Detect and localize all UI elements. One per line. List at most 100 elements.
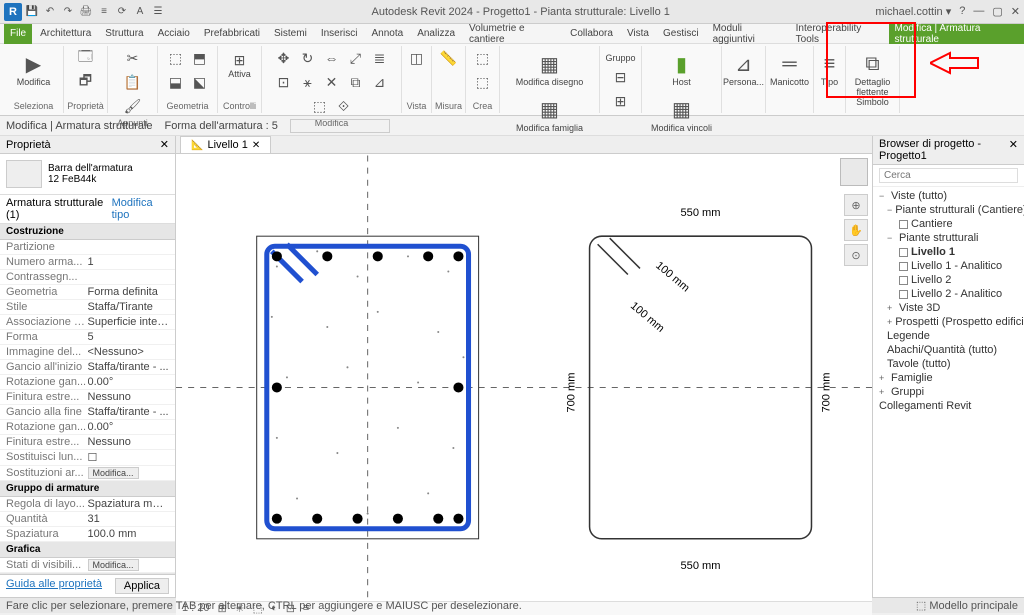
red-arrow-icon: [930, 50, 980, 76]
prop-row[interactable]: Contrassegn...: [0, 270, 175, 285]
tab[interactable]: Gestisci: [657, 24, 705, 44]
qat-save-icon[interactable]: 💾: [24, 4, 40, 20]
prop-row[interactable]: Quantità31: [0, 512, 175, 527]
tab[interactable]: Acciaio: [152, 24, 196, 44]
tree-item[interactable]: Livello 2: [877, 273, 1020, 287]
context-label: Modifica | Armatura strutturale: [6, 120, 153, 132]
dettaglio-button[interactable]: ⧉Dettaglio flettente Simbolo: [850, 48, 895, 110]
tree-item[interactable]: Livello 1: [877, 245, 1020, 259]
properties-panel: Proprietà✕ Barra dell'armatura 12 FeB44k…: [0, 136, 176, 597]
nav-wheel[interactable]: ⊕✋⊙: [844, 194, 868, 266]
prop-row[interactable]: Gancio all'inizioStaffa/tirante - ...: [0, 360, 175, 375]
tree-item[interactable]: Livello 1 - Analitico: [877, 259, 1020, 273]
tab[interactable]: Analizza: [411, 24, 461, 44]
view-tab[interactable]: 📐 Livello 1 ✕: [180, 136, 271, 153]
prop-row[interactable]: Spaziatura100.0 mm: [0, 527, 175, 542]
modifica-button[interactable]: ▶Modifica: [10, 48, 58, 90]
tab[interactable]: Interoperability Tools: [790, 24, 887, 44]
apply-button[interactable]: Applica: [115, 578, 169, 594]
prop-row[interactable]: Stati di visibili...Modifica...: [0, 558, 175, 573]
tree-item[interactable]: Legende: [877, 329, 1020, 343]
tree-item[interactable]: Collegamenti Revit: [877, 399, 1020, 413]
type-selector[interactable]: Armatura strutturale (1): [6, 197, 112, 221]
tab[interactable]: Volumetrie e cantiere: [463, 24, 562, 44]
edit-type-button[interactable]: Modifica tipo: [112, 197, 169, 221]
help-icon[interactable]: ?: [959, 5, 965, 18]
tree-item[interactable]: Livello 2 - Analitico: [877, 287, 1020, 301]
props-help-link[interactable]: Guida alle proprietà: [6, 578, 102, 594]
qat-print-icon[interactable]: 🖨: [78, 4, 94, 20]
tree-item[interactable]: Cantiere: [877, 217, 1020, 231]
mod-disegno-button[interactable]: ▦Modifica disegno: [514, 48, 586, 90]
close-icon[interactable]: ✕: [160, 138, 169, 151]
qat-undo-icon[interactable]: ↶: [42, 4, 58, 20]
mod-vincoli-button[interactable]: ▦Modifica vincoli: [649, 94, 714, 136]
tab[interactable]: Sistemi: [268, 24, 313, 44]
drawing-canvas[interactable]: ⊕✋⊙: [176, 154, 872, 601]
prop-row[interactable]: Gancio alla fineStaffa/tirante - ...: [0, 405, 175, 420]
prop-row[interactable]: GeometriaForma definita: [0, 285, 175, 300]
type-name[interactable]: Barra dell'armatura 12 FeB44k: [48, 163, 133, 185]
persona-button[interactable]: ⊿Persona...: [721, 48, 766, 90]
qat-redo-icon[interactable]: ↷: [60, 4, 76, 20]
host-button[interactable]: ▮Host: [666, 48, 698, 90]
close-icon[interactable]: ✕: [1011, 5, 1020, 18]
status-hint: Fare clic per selezionare, premere TAB p…: [6, 600, 522, 612]
prop-row[interactable]: Immagine del...<Nessuno>: [0, 345, 175, 360]
prop-category[interactable]: Gruppo di armature: [0, 481, 175, 497]
attiva-button[interactable]: ⊞Attiva: [226, 48, 253, 82]
minimize-icon[interactable]: —: [973, 5, 984, 18]
tab[interactable]: Vista: [621, 24, 655, 44]
dim-left: 700 mm: [565, 373, 577, 413]
tree-item[interactable]: Tavole (tutto): [877, 357, 1020, 371]
dim-bottom: 550 mm: [681, 560, 721, 572]
prop-row[interactable]: Finitura estre...Nessuno: [0, 435, 175, 450]
prop-row[interactable]: Sostituisci lun...☐: [0, 450, 175, 466]
prop-row[interactable]: Forma5: [0, 330, 175, 345]
tab[interactable]: Moduli aggiuntivi: [707, 24, 788, 44]
tree-item[interactable]: +Prospetti (Prospetto edificio): [877, 315, 1020, 329]
qat-icon[interactable]: ≡: [96, 4, 112, 20]
manicotto-button[interactable]: ═Manicotto: [768, 48, 811, 90]
view-cube[interactable]: [840, 158, 868, 186]
prop-row[interactable]: Rotazione gan...0.00°: [0, 420, 175, 435]
prop-category[interactable]: Grafica: [0, 542, 175, 558]
shape-label: Forma dell'armatura : 5: [165, 120, 278, 132]
tipo-button[interactable]: ≡Tipo: [814, 48, 846, 90]
tab[interactable]: Annota: [366, 24, 410, 44]
tree-item[interactable]: Abachi/Quantità (tutto): [877, 343, 1020, 357]
prop-row[interactable]: Sostituzioni ar...Modifica...: [0, 466, 175, 481]
close-icon[interactable]: ✕: [1009, 138, 1018, 162]
tree-item[interactable]: −Piante strutturali: [877, 231, 1020, 245]
qat-icon[interactable]: ⟳: [114, 4, 130, 20]
prop-category[interactable]: Costruzione: [0, 224, 175, 240]
view-tabs: 📐 Livello 1 ✕: [176, 136, 872, 154]
prop-row[interactable]: Associazione s...Superficie inter...: [0, 315, 175, 330]
tab[interactable]: Inserisci: [315, 24, 364, 44]
tab-file[interactable]: File: [4, 24, 32, 44]
prop-row[interactable]: Finitura estre...Nessuno: [0, 390, 175, 405]
shape-dropdown[interactable]: [290, 119, 390, 133]
prop-row[interactable]: Numero arma...1: [0, 255, 175, 270]
qat-icon[interactable]: ☰: [150, 4, 166, 20]
prop-row[interactable]: Regola di layo...Spaziatura mas...: [0, 497, 175, 512]
tree-item[interactable]: +Gruppi: [877, 385, 1020, 399]
tree-item[interactable]: +Famiglie: [877, 371, 1020, 385]
tree-item[interactable]: −Piante strutturali (Cantiere): [877, 203, 1020, 217]
user-label[interactable]: michael.cottin ▾: [875, 5, 951, 18]
tab[interactable]: Prefabbricati: [198, 24, 266, 44]
tree-item[interactable]: −Viste (tutto): [877, 189, 1020, 203]
tree-item[interactable]: +Viste 3D: [877, 301, 1020, 315]
tab[interactable]: Architettura: [34, 24, 97, 44]
browser-title: Browser di progetto - Progetto1: [879, 138, 1009, 162]
tab-active[interactable]: Modifica | Armatura strutturale: [889, 24, 1024, 44]
prop-row[interactable]: Rotazione gan...0.00°: [0, 375, 175, 390]
mod-famiglia-button[interactable]: ▦Modifica famiglia: [514, 94, 585, 136]
tab[interactable]: Collabora: [564, 24, 619, 44]
prop-row[interactable]: StileStaffa/Tirante: [0, 300, 175, 315]
tab[interactable]: Struttura: [99, 24, 149, 44]
qat-icon[interactable]: A: [132, 4, 148, 20]
browser-search-input[interactable]: [879, 168, 1018, 183]
prop-row[interactable]: Partizione: [0, 240, 175, 255]
maximize-icon[interactable]: ▢: [992, 5, 1002, 18]
